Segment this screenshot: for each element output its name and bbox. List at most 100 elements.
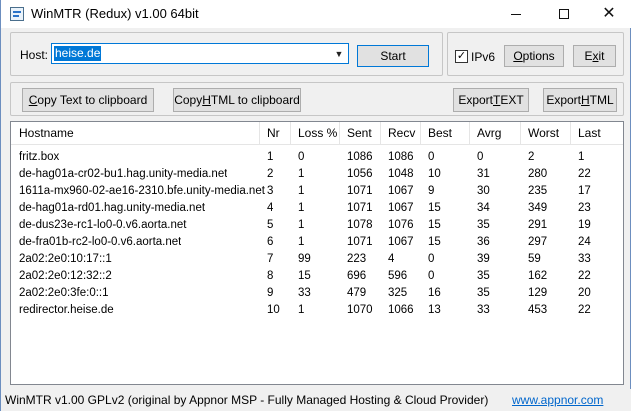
table-cell: 325 (388, 287, 408, 299)
table-row[interactable]: de-hag01a-cr02-bu1.hag.unity-media.net 2 1… (11, 166, 623, 183)
column-divider[interactable] (570, 122, 571, 145)
copy-html-button[interactable]: Copy H TML to clipboard (173, 88, 301, 112)
table-cell: 16 (428, 287, 441, 299)
table-row[interactable]: de-hag01a-rd01.hag.unity-media.net 4 1 1071… (11, 200, 623, 217)
table-row[interactable]: redirector.heise.de 10 1 1070 1066 13 33 453 22 (11, 302, 623, 319)
table-cell: 4 (267, 202, 274, 214)
status-text: WinMTR v1.00 GPLv2 (original by Appnor M… (5, 393, 489, 407)
table-row[interactable]: 1611a-mx960-02-ae16-2310.bfe.unity-media… (11, 183, 623, 200)
column-header[interactable]: Best (428, 122, 452, 145)
copy-text-label: opy Text to clipboard (37, 93, 148, 107)
column-divider[interactable] (380, 122, 381, 145)
column-divider[interactable] (339, 122, 340, 145)
table-cell: 9 (267, 287, 274, 299)
table-cell: 23 (578, 202, 591, 214)
table-cell: 1086 (388, 151, 414, 163)
column-header[interactable]: Sent (347, 122, 372, 145)
table-cell: 479 (347, 287, 367, 299)
table-cell: 235 (528, 185, 548, 197)
column-header[interactable]: Nr (267, 122, 280, 145)
table-cell: 453 (528, 304, 548, 316)
copy-text-accel: C (28, 93, 38, 107)
table-cell: 0 (428, 253, 435, 265)
results-table[interactable]: Hostname Nr Loss % Sent Recv Best Avrg Worst Las… (10, 121, 624, 385)
table-cell: 39 (477, 253, 490, 265)
table-cell: 2 (267, 168, 274, 180)
table-cell: 15 (428, 219, 441, 231)
table-cell: 7 (267, 253, 274, 265)
table-cell: 1 (298, 202, 305, 214)
table-cell: 2a02:2e0:10:17::1 (19, 253, 112, 265)
exit-button[interactable]: Ex it (573, 45, 616, 67)
column-header[interactable]: Last (578, 122, 601, 145)
appnor-link[interactable]: www.appnor.com (512, 393, 603, 407)
ipv6-checkbox[interactable]: ✓ (455, 50, 468, 63)
column-divider[interactable] (469, 122, 470, 145)
table-cell: 223 (347, 253, 367, 265)
table-cell: 1 (578, 151, 585, 163)
table-cell: 9 (428, 185, 435, 197)
table-cell: 99 (298, 253, 311, 265)
status-bar: WinMTR v1.00 GPLv2 (original by Appnor M… (1, 389, 631, 411)
minimize-icon (511, 13, 521, 15)
table-row[interactable]: de-fra01b-rc2-lo0-0.v6.aorta.net 6 1 1071 10… (11, 234, 623, 251)
table-cell: 22 (578, 270, 591, 282)
table-cell: de-dus23e-rc1-lo0-0.v6.aorta.net (19, 219, 187, 231)
host-combobox[interactable]: heise.de (51, 43, 349, 64)
table-cell: 1071 (347, 236, 373, 248)
table-cell: 1067 (388, 236, 414, 248)
table-cell: 1086 (347, 151, 373, 163)
title-bar[interactable]: WinMTR (Redux) v1.00 64bit ✕ (1, 0, 631, 28)
table-cell: 24 (578, 236, 591, 248)
table-row[interactable]: 2a02:2e0:10:17::1 7 99 223 4 0 39 59 33 (11, 251, 623, 268)
table-cell: 22 (578, 168, 591, 180)
table-cell: 17 (578, 185, 591, 197)
column-header[interactable]: Avrg (477, 122, 501, 145)
table-cell: fritz.box (19, 151, 60, 163)
table-row[interactable]: fritz.box 1 0 1086 1086 0 0 2 1 (11, 149, 623, 166)
export-html-button[interactable]: Export H TML (543, 88, 617, 112)
options-button[interactable]: Options (504, 45, 564, 67)
column-header[interactable]: Hostname (19, 122, 74, 145)
column-divider[interactable] (259, 122, 260, 145)
table-cell: 8 (267, 270, 274, 282)
column-divider[interactable] (520, 122, 521, 145)
table-cell: 280 (528, 168, 548, 180)
column-header[interactable]: Worst (528, 122, 559, 145)
table-cell: 291 (528, 219, 548, 231)
checkmark-icon: ✓ (456, 50, 467, 62)
table-cell: 31 (477, 168, 490, 180)
table-cell: 6 (267, 236, 274, 248)
table-row[interactable]: 2a02:2e0:3fe:0::1 9 33 479 325 16 35 129 20 (11, 285, 623, 302)
table-cell: 30 (477, 185, 490, 197)
maximize-button[interactable] (541, 0, 587, 28)
column-divider[interactable] (420, 122, 421, 145)
table-cell: 1 (298, 304, 305, 316)
table-cell: 4 (388, 253, 395, 265)
table-cell: 1056 (347, 168, 373, 180)
table-cell: 2 (528, 151, 535, 163)
table-cell: 349 (528, 202, 548, 214)
table-row[interactable]: 2a02:2e0:12:32::2 8 15 696 596 0 35 162 22 (11, 268, 623, 285)
export-html-prefix: Export (546, 93, 581, 107)
table-row[interactable]: de-dus23e-rc1-lo0-0.v6.aorta.net 5 1 1078 10… (11, 217, 623, 234)
table-cell: 1 (267, 151, 274, 163)
chevron-down-icon[interactable]: ▼ (334, 49, 344, 59)
host-input-value[interactable]: heise.de (54, 46, 102, 61)
table-cell: 1076 (388, 219, 414, 231)
table-cell: 10 (267, 304, 280, 316)
start-button[interactable]: Start (357, 45, 429, 67)
export-text-button[interactable]: Export T EXT (453, 88, 529, 112)
table-cell: 1071 (347, 202, 373, 214)
copy-text-button[interactable]: Copy Text to clipboard (22, 88, 154, 112)
minimize-button[interactable] (493, 0, 539, 28)
column-header[interactable]: Recv (388, 122, 415, 145)
column-header[interactable]: Loss % (298, 122, 337, 145)
close-icon: ✕ (602, 5, 616, 22)
host-label: Host: (20, 48, 49, 62)
close-button[interactable]: ✕ (586, 0, 631, 28)
copy-html-label: TML to clipboard (210, 93, 300, 107)
table-cell: 20 (578, 287, 591, 299)
column-divider[interactable] (290, 122, 291, 145)
copy-html-accel: H (202, 93, 211, 107)
